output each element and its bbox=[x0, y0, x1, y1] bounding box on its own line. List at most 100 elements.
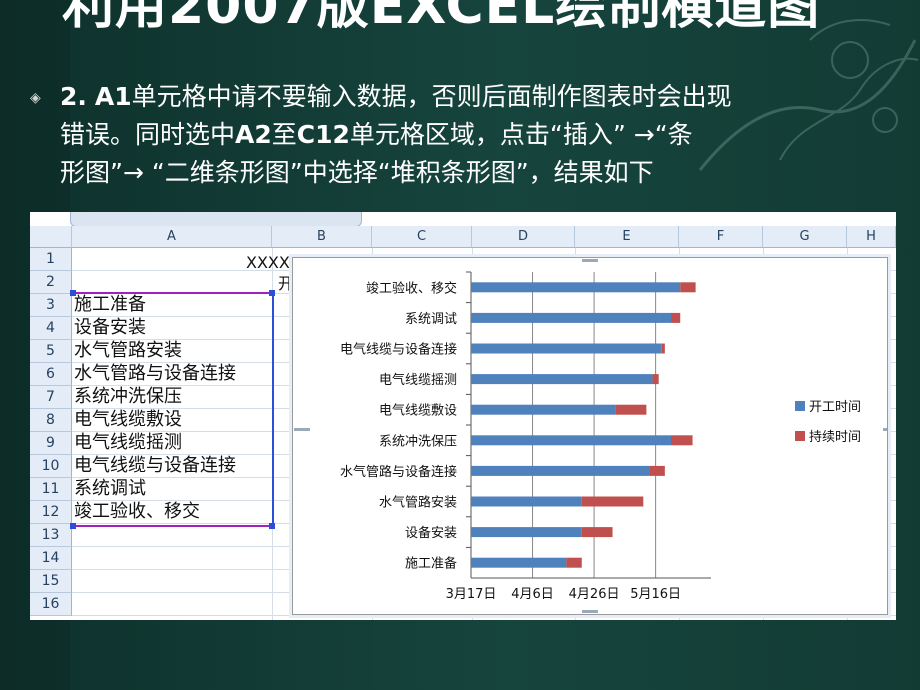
task-cell[interactable]: 电气线缆与设备连接 bbox=[74, 454, 236, 477]
selection-border-bottom bbox=[72, 525, 272, 527]
row-header-7[interactable]: 7 bbox=[30, 386, 72, 409]
step-number: 2. bbox=[60, 82, 87, 111]
y-category-label: 竣工验收、移交 bbox=[366, 280, 457, 296]
row-header-10[interactable]: 10 bbox=[30, 455, 72, 478]
row-header-6[interactable]: 6 bbox=[30, 363, 72, 386]
bar-start-segment bbox=[471, 312, 671, 323]
selection-handle[interactable] bbox=[70, 523, 76, 529]
cell-ref-c12: C12 bbox=[296, 120, 350, 149]
bar-start-segment bbox=[471, 435, 671, 446]
cell-ref-a1: A1 bbox=[94, 82, 132, 111]
y-category-label: 电气线缆与设备连接 bbox=[340, 342, 457, 358]
column-header-h[interactable]: H bbox=[847, 226, 896, 248]
bar-start-segment bbox=[471, 527, 582, 538]
task-cell[interactable]: 系统调试 bbox=[74, 477, 146, 500]
selection-handle[interactable] bbox=[269, 523, 275, 529]
row-header-16[interactable]: 16 bbox=[30, 593, 72, 616]
instruction-line-2-to: 至 bbox=[271, 120, 297, 149]
legend-swatch bbox=[795, 431, 805, 441]
column-header-c[interactable]: C bbox=[372, 226, 472, 248]
y-category-label: 系统调试 bbox=[405, 312, 457, 327]
row-header-2[interactable]: 2 bbox=[30, 271, 72, 294]
legend-label: 开工时间 bbox=[809, 400, 861, 415]
bar-duration-segment bbox=[652, 374, 659, 385]
select-all-corner[interactable] bbox=[30, 226, 72, 248]
instruction-line-2-text: 错误。同时选中 bbox=[60, 120, 236, 149]
bar-duration-segment bbox=[671, 435, 693, 446]
bar-start-segment bbox=[471, 557, 567, 568]
instruction-line-2-rest: 单元格区域，点击“插入” →“条 bbox=[349, 120, 693, 149]
row-header-8[interactable]: 8 bbox=[30, 409, 72, 432]
bar-duration-segment bbox=[615, 404, 647, 415]
column-header-g[interactable]: G bbox=[763, 226, 847, 248]
instruction-line-3: 形图”→ “二维条形图”中选择“堆积条形图”，结果如下 bbox=[60, 158, 654, 187]
y-category-label: 水气管路安装 bbox=[379, 495, 457, 511]
x-tick-label: 4月26日 bbox=[569, 587, 620, 602]
x-tick-label: 3月17日 bbox=[446, 587, 497, 602]
bar-duration-segment bbox=[581, 527, 613, 538]
task-cell[interactable]: 电气线缆敷设 bbox=[74, 408, 182, 431]
task-cell[interactable]: 竣工验收、移交 bbox=[74, 500, 200, 523]
bar-start-segment bbox=[471, 496, 582, 507]
instruction-line-1-text: 单元格中请不要输入数据，否则后面制作图表时会出现 bbox=[131, 82, 732, 111]
column-header-a[interactable]: A bbox=[72, 226, 272, 248]
selection-border-top bbox=[72, 292, 272, 294]
bullet-diamond-icon: ◈ bbox=[30, 90, 41, 106]
bar-start-segment bbox=[471, 282, 681, 293]
bar-duration-segment bbox=[649, 465, 665, 476]
row-header-5[interactable]: 5 bbox=[30, 340, 72, 363]
task-cell[interactable]: 施工准备 bbox=[74, 293, 146, 316]
legend-label: 持续时间 bbox=[809, 430, 861, 445]
row-header-15[interactable]: 15 bbox=[30, 570, 72, 593]
instruction-line-2: 错误。同时选中A2至C12单元格区域，点击“插入” →“条 bbox=[60, 116, 880, 154]
y-category-label: 电气线缆摇测 bbox=[379, 372, 457, 388]
row-header-3[interactable]: 3 bbox=[30, 294, 72, 317]
column-header-f[interactable]: F bbox=[679, 226, 763, 248]
cell-ref-a2: A2 bbox=[235, 120, 272, 149]
bar-duration-segment bbox=[566, 557, 582, 568]
selection-handle[interactable] bbox=[70, 290, 76, 296]
bar-duration-segment bbox=[680, 282, 696, 293]
task-cell[interactable]: 设备安装 bbox=[74, 316, 146, 339]
task-cell[interactable]: 电气线缆摇测 bbox=[74, 431, 182, 454]
bar-start-segment bbox=[471, 343, 662, 354]
slide-title: 利用2007版EXCEL绘制横道图 bbox=[62, 0, 821, 36]
column-header-e[interactable]: E bbox=[575, 226, 679, 248]
bar-start-segment bbox=[471, 465, 650, 476]
task-cell[interactable]: 系统冲洗保压 bbox=[74, 385, 182, 408]
row-header-9[interactable]: 9 bbox=[30, 432, 72, 455]
x-tick-label: 5月16日 bbox=[630, 587, 681, 602]
chart-resize-handle bbox=[883, 428, 887, 431]
task-cell[interactable]: 水气管路安装 bbox=[74, 339, 182, 362]
instruction-line-1: 2. A1单元格中请不要输入数据，否则后面制作图表时会出现 bbox=[60, 78, 880, 116]
gantt-bar-chart[interactable]: 3月17日 4月6日 4月26日 5月16日 竣工验收、移交 系统调试 电气线缆与设备连接电… bbox=[292, 257, 888, 615]
chart-resize-handle bbox=[582, 259, 598, 262]
row-header-12[interactable]: 12 bbox=[30, 501, 72, 524]
column-header-b[interactable]: B bbox=[272, 226, 372, 248]
bar-start-segment bbox=[471, 374, 653, 385]
y-category-label: 系统冲洗保压 bbox=[379, 434, 457, 449]
chart-svg: 3月17日 4月6日 4月26日 5月16日 竣工验收、移交系统调试电气线缆与设备连接电… bbox=[294, 259, 887, 613]
bar-start-segment bbox=[471, 404, 616, 415]
y-category-label: 电气线缆敷设 bbox=[379, 403, 457, 419]
task-cell[interactable]: 水气管路与设备连接 bbox=[74, 362, 236, 385]
row-header-4[interactable]: 4 bbox=[30, 317, 72, 340]
y-category-label: 水气管路与设备连接 bbox=[340, 464, 457, 480]
row-header-1[interactable]: 1 bbox=[30, 248, 72, 271]
instruction-text: 2. A1单元格中请不要输入数据，否则后面制作图表时会出现 错误。同时选中A2至… bbox=[60, 78, 880, 192]
bar-duration-segment bbox=[581, 496, 644, 507]
grid-line-horizontal bbox=[72, 615, 896, 616]
row-header-13[interactable]: 13 bbox=[30, 524, 72, 547]
chart-resize-handle bbox=[582, 610, 598, 613]
chart-resize-handle bbox=[294, 428, 310, 431]
column-header-d[interactable]: D bbox=[472, 226, 575, 248]
y-category-label: 设备安装 bbox=[405, 525, 457, 541]
selection-border-right bbox=[272, 294, 274, 526]
spreadsheet-screenshot: ABCDEFGH12345678910111213141516XXXX项目施工计… bbox=[30, 212, 896, 620]
legend-swatch bbox=[795, 401, 805, 411]
selection-handle[interactable] bbox=[269, 290, 275, 296]
y-category-label: 施工准备 bbox=[405, 556, 457, 572]
row-header-11[interactable]: 11 bbox=[30, 478, 72, 501]
bar-duration-segment bbox=[671, 312, 681, 323]
row-header-14[interactable]: 14 bbox=[30, 547, 72, 570]
